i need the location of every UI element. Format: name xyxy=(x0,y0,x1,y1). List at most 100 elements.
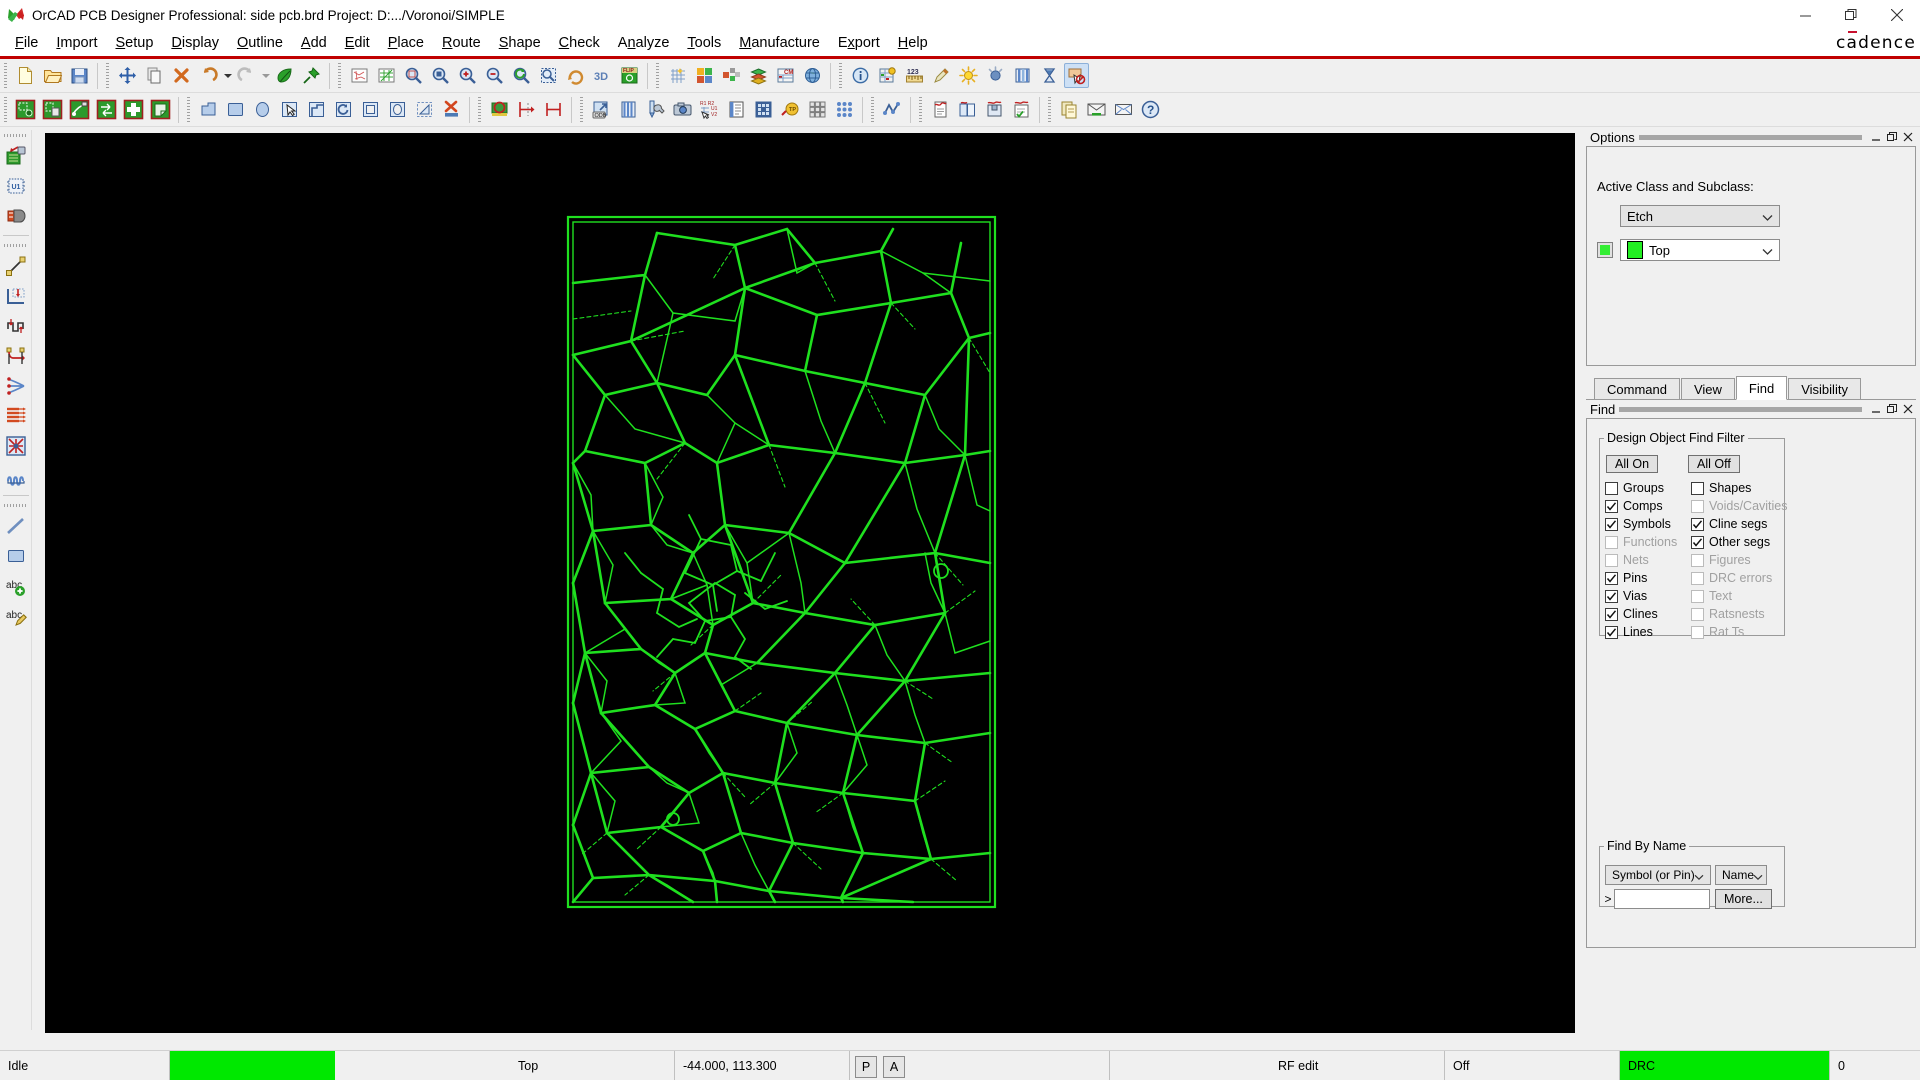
toolbar-grip[interactable] xyxy=(1046,96,1054,123)
zoom-in-icon[interactable] xyxy=(455,63,480,88)
chip-u1-icon[interactable]: U1 xyxy=(2,172,30,200)
bus-route-icon[interactable] xyxy=(2,402,30,430)
add-line-icon[interactable] xyxy=(2,512,30,540)
toolbar-grip[interactable] xyxy=(104,62,112,89)
menu-manufacture[interactable]: Manufacture xyxy=(730,33,829,53)
new-file-icon[interactable] xyxy=(13,63,38,88)
checkbox-icon[interactable] xyxy=(1605,481,1618,495)
menu-add[interactable]: Add xyxy=(292,33,336,53)
menu-place[interactable]: Place xyxy=(379,33,433,53)
checkbox-icon[interactable] xyxy=(1605,499,1618,513)
open-folder-icon[interactable] xyxy=(40,63,65,88)
signal-analysis-icon[interactable] xyxy=(880,97,905,122)
save-disk-icon[interactable] xyxy=(67,63,92,88)
find-close-icon[interactable] xyxy=(1900,401,1916,417)
email-icon[interactable] xyxy=(1084,97,1109,122)
toolbar-grip[interactable] xyxy=(3,242,28,249)
checkbox-icon[interactable] xyxy=(1691,535,1704,549)
find-filter-cline-segs[interactable]: Cline segs xyxy=(1691,515,1785,533)
toolbar-grip[interactable] xyxy=(185,96,193,123)
light-on-icon[interactable] xyxy=(956,63,981,88)
etch-view-icon[interactable] xyxy=(374,63,399,88)
checkbox-icon[interactable] xyxy=(1605,571,1618,585)
shape-circle-icon[interactable] xyxy=(250,97,275,122)
drc-check-icon[interactable] xyxy=(487,97,512,122)
menu-analyze[interactable]: Analyze xyxy=(609,33,679,53)
find-minimize-icon[interactable] xyxy=(1868,401,1884,417)
menu-display[interactable]: Display xyxy=(162,33,228,53)
add-rect-icon[interactable] xyxy=(2,542,30,570)
find-match-mode-combo[interactable]: Name xyxy=(1715,865,1767,885)
find-filter-symbols[interactable]: Symbols xyxy=(1605,515,1691,533)
tab-find[interactable]: Find xyxy=(1735,376,1788,400)
all-on-button[interactable]: All On xyxy=(1606,455,1659,473)
leaf-icon[interactable] xyxy=(272,63,297,88)
menu-import[interactable]: Import xyxy=(47,33,106,53)
delay-tune-icon[interactable] xyxy=(2,312,30,340)
menu-check[interactable]: Check xyxy=(550,33,609,53)
find-name-input[interactable] xyxy=(1614,889,1710,909)
zoom-world-icon[interactable] xyxy=(536,63,561,88)
array-icon[interactable] xyxy=(805,97,830,122)
toolbar-grip[interactable] xyxy=(3,502,28,509)
flash-symbol-icon[interactable] xyxy=(2,202,30,230)
find-object-type-combo[interactable]: Symbol (or Pin) xyxy=(1605,865,1711,885)
active-class-combo[interactable]: Etch xyxy=(1620,205,1780,227)
spacing-left-icon[interactable] xyxy=(514,97,539,122)
toolbar-grip[interactable] xyxy=(869,96,877,123)
delete-x-icon[interactable] xyxy=(169,63,194,88)
add-text-icon[interactable]: abc xyxy=(2,572,30,600)
panel-icon[interactable] xyxy=(751,97,776,122)
find-filter-groups[interactable]: Groups xyxy=(1605,479,1691,497)
shape-polygon-icon[interactable] xyxy=(196,97,221,122)
find-more-button[interactable]: More... xyxy=(1715,889,1772,909)
zoom-out-icon[interactable] xyxy=(482,63,507,88)
edit-text-icon[interactable]: abc xyxy=(2,602,30,630)
help-question-icon[interactable]: ? xyxy=(1138,97,1163,122)
find-filter-vias[interactable]: Vias xyxy=(1605,587,1691,605)
pcb-canvas[interactable] xyxy=(45,133,1575,1033)
angle-mode-button[interactable]: A xyxy=(883,1056,905,1078)
subclass-visibility-swatch[interactable] xyxy=(1597,242,1613,258)
film-icon[interactable] xyxy=(616,97,641,122)
tab-command[interactable]: Command xyxy=(1594,378,1680,399)
add-connect-icon[interactable] xyxy=(2,252,30,280)
shape-boundary-icon[interactable] xyxy=(304,97,329,122)
globe-icon[interactable] xyxy=(800,63,825,88)
toolbar-grip[interactable] xyxy=(2,96,10,123)
close-button[interactable] xyxy=(1874,0,1920,30)
toolbar-grip[interactable] xyxy=(2,62,10,89)
drill-tool-icon[interactable] xyxy=(643,97,668,122)
find-filter-comps[interactable]: Comps xyxy=(1605,497,1691,515)
toolbar-grip[interactable] xyxy=(578,96,586,123)
checkbox-icon[interactable] xyxy=(1691,517,1704,531)
menu-route[interactable]: Route xyxy=(433,33,490,53)
menu-setup[interactable]: Setup xyxy=(106,33,162,53)
report-doc-icon[interactable] xyxy=(928,97,953,122)
color-panel-icon[interactable] xyxy=(692,63,717,88)
options-minimize-icon[interactable] xyxy=(1868,129,1884,145)
shape-manual-void-icon[interactable] xyxy=(331,97,356,122)
copy-icon[interactable] xyxy=(142,63,167,88)
menu-outline[interactable]: Outline xyxy=(228,33,292,53)
flip-design-icon[interactable]: FLIP xyxy=(617,63,642,88)
archive-icon[interactable] xyxy=(982,97,1007,122)
toolbar-grip[interactable] xyxy=(476,96,484,123)
zoom-refresh-icon[interactable] xyxy=(509,63,534,88)
shape-rect-icon[interactable] xyxy=(223,97,248,122)
board-view-icon[interactable] xyxy=(347,63,372,88)
tab-visibility[interactable]: Visibility xyxy=(1788,378,1861,399)
find-filter-lines[interactable]: Lines xyxy=(1605,623,1691,641)
info-icon[interactable] xyxy=(848,63,873,88)
toolbar-grip[interactable] xyxy=(837,62,845,89)
find-filter-other-segs[interactable]: Other segs xyxy=(1691,533,1785,551)
matrix-icon[interactable] xyxy=(832,97,857,122)
placement-edit-icon[interactable] xyxy=(13,97,38,122)
pin-icon[interactable] xyxy=(299,63,324,88)
testpoint-icon[interactable]: TP xyxy=(778,97,803,122)
highlight-icon[interactable] xyxy=(929,63,954,88)
menu-edit[interactable]: Edit xyxy=(336,33,379,53)
shape-void-circle-icon[interactable] xyxy=(385,97,410,122)
swap-components-icon[interactable] xyxy=(94,97,119,122)
menu-file[interactable]: File xyxy=(6,33,47,53)
